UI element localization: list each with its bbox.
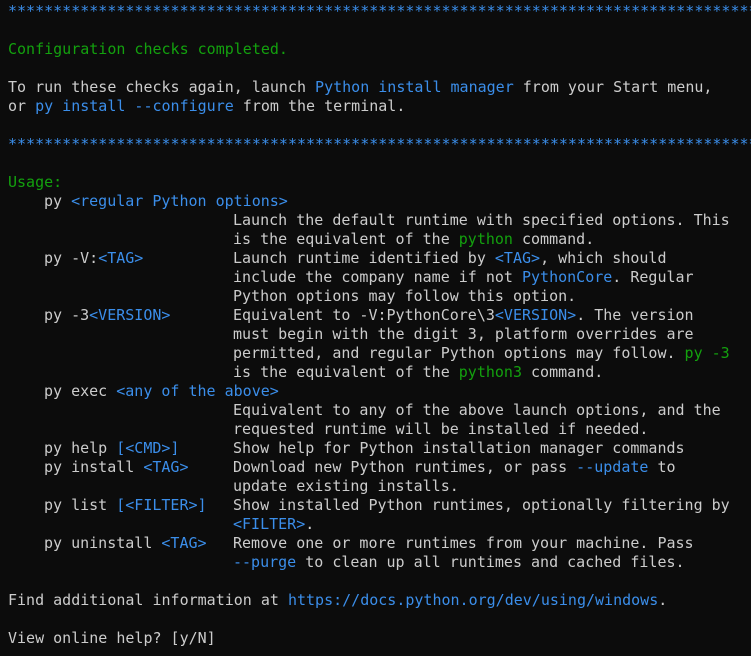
usage-list: py <regular Python options> Launch the de… [8, 192, 751, 572]
separator-bottom: ****************************************… [8, 135, 751, 153]
usage-description: Launch runtime identified by <TAG>, whic… [233, 249, 667, 267]
usage-command: py uninstall <TAG> [44, 534, 207, 552]
rerun-line-2: or py install --configure from the termi… [8, 97, 406, 115]
usage-row: Launch the default runtime with specifie… [8, 211, 751, 230]
usage-description: must begin with the digit 3, platform ov… [233, 325, 694, 343]
usage-row: Python options may follow this option. [8, 287, 751, 306]
usage-row: py -3<VERSION> Equivalent to -V:PythonCor… [8, 306, 751, 325]
usage-description: Equivalent to -V:PythonCore\3<VERSION>. … [233, 306, 694, 324]
usage-command: py -V:<TAG> [44, 249, 144, 267]
usage-label: Usage: [8, 173, 63, 191]
usage-row: update existing installs. [8, 477, 751, 496]
usage-description: Launch the default runtime with specifie… [233, 211, 730, 229]
usage-description: is the equivalent of the python3 command… [233, 363, 604, 381]
usage-row: is the equivalent of the python command. [8, 230, 751, 249]
usage-command-arg: <TAG> [143, 458, 189, 476]
usage-description: --purge to clean up all runtimes and cac… [233, 553, 685, 571]
usage-row: requested runtime will be installed if n… [8, 420, 751, 439]
usage-row: py uninstall <TAG> Remove one or more run… [8, 534, 751, 553]
usage-row: <FILTER>. [8, 515, 751, 534]
info-line: Find additional information at https://d… [8, 591, 668, 609]
usage-row: --purge to clean up all runtimes and cac… [8, 553, 751, 572]
usage-command-arg: <VERSION> [89, 306, 171, 324]
usage-description: permitted, and regular Python options ma… [233, 344, 730, 362]
usage-command-arg: [<CMD>] [116, 439, 180, 457]
usage-description: Show installed Python runtimes, optional… [233, 496, 730, 514]
usage-command: py exec <any of the above> [44, 382, 279, 400]
usage-command-arg: <TAG> [161, 534, 207, 552]
usage-command-arg: <regular Python options> [71, 192, 288, 210]
usage-command: py <regular Python options> [44, 192, 288, 210]
usage-description: Show help for Python installation manage… [233, 439, 685, 457]
usage-row: py list [<FILTER>] Show installed Python … [8, 496, 751, 515]
usage-description: Python options may follow this option. [233, 287, 577, 305]
usage-row: include the company name if not PythonCo… [8, 268, 751, 287]
terminal-window: ****************************************… [0, 0, 751, 656]
usage-command-arg: [<FILTER>] [116, 496, 207, 514]
usage-row: must begin with the digit 3, platform ov… [8, 325, 751, 344]
usage-command-arg: <any of the above> [116, 382, 279, 400]
configure-command: py install --configure [35, 97, 234, 115]
usage-command: py install <TAG> [44, 458, 189, 476]
usage-description: Remove one or more runtimes from your ma… [233, 534, 694, 552]
usage-row: py help [<CMD>] Show help for Python inst… [8, 439, 751, 458]
usage-row: Equivalent to any of the above launch op… [8, 401, 751, 420]
usage-row: is the equivalent of the python3 command… [8, 363, 751, 382]
usage-description: include the company name if not PythonCo… [233, 268, 694, 286]
usage-description: update existing installs. [233, 477, 459, 495]
usage-command-arg: <TAG> [98, 249, 144, 267]
usage-description: is the equivalent of the python command. [233, 230, 595, 248]
usage-description: <FILTER>. [233, 515, 315, 533]
usage-command: py help [<CMD>] [44, 439, 180, 457]
prompt-line[interactable]: View online help? [y/N] [8, 629, 751, 648]
usage-description: requested runtime will be installed if n… [233, 420, 649, 438]
usage-row: py exec <any of the above> [8, 382, 751, 401]
usage-description: Download new Python runtimes, or pass --… [233, 458, 676, 476]
usage-row: py <regular Python options> [8, 192, 751, 211]
usage-row: py -V:<TAG> Launch runtime identified by … [8, 249, 751, 268]
install-manager-name: Python install manager [315, 78, 514, 96]
usage-command: py -3<VERSION> [44, 306, 171, 324]
rerun-line-1: To run these checks again, launch Python… [8, 78, 713, 96]
usage-row: permitted, and regular Python options ma… [8, 344, 751, 363]
usage-command: py list [<FILTER>] [44, 496, 207, 514]
docs-link[interactable]: https://docs.python.org/dev/using/window… [288, 591, 658, 609]
separator-top: ****************************************… [8, 2, 751, 20]
usage-row: py install <TAG> Download new Python runt… [8, 458, 751, 477]
usage-description: Equivalent to any of the above launch op… [233, 401, 721, 419]
completed-message: Configuration checks completed. [8, 40, 288, 58]
